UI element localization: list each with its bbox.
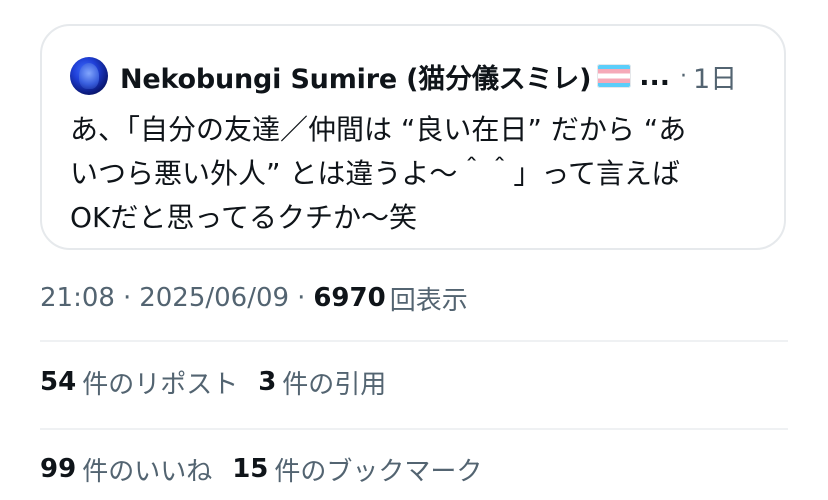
quotes-count: 3 (258, 367, 277, 397)
views-count: 6970 (313, 283, 386, 313)
post-time[interactable]: 21:08 (40, 283, 115, 313)
post-date[interactable]: 2025/06/09 (139, 283, 289, 313)
quotes-label: 件の引用 (282, 369, 387, 400)
likes-count: 99 (40, 454, 77, 484)
post-meta: 21:08 · 2025/06/09 · 6970 回表示 (40, 280, 468, 316)
separator-dot: · (680, 63, 687, 89)
quoted-post-card[interactable]: Nekobungi Sumire (猫分儀スミレ) ... · 1日 あ、「自分… (40, 24, 786, 250)
divider (40, 428, 788, 430)
engagement-stats-row: 99 件のいいね 15 件のブックマーク (40, 449, 502, 489)
avatar[interactable] (70, 57, 108, 95)
quoted-text-line: あ、「自分の友達／仲間は “良い在日” だから “あ (70, 113, 687, 146)
reposts-count: 54 (40, 367, 77, 397)
reposts-stat[interactable]: 54 件のリポスト (40, 364, 238, 401)
separator-dot: · (122, 283, 132, 313)
quoted-text-line: OKだと思ってるクチか〜笑 (70, 201, 418, 234)
views-label: 回表示 (389, 285, 468, 316)
engagement-stats-row: 54 件のリポスト 3 件の引用 (40, 362, 406, 402)
transgender-flag-icon (597, 64, 632, 88)
quotes-stat[interactable]: 3 件の引用 (258, 364, 386, 401)
bookmarks-label: 件のブックマーク (274, 456, 483, 487)
quoted-post-header: Nekobungi Sumire (猫分儀スミレ) ... · 1日 (70, 56, 737, 96)
quoted-text-line: いつら悪い外人” とは違うよ〜＾＾」って言えば (70, 157, 681, 190)
divider (40, 340, 788, 342)
likes-label: 件のいいね (82, 456, 213, 487)
tweet-detail: Nekobungi Sumire (猫分儀スミレ) ... · 1日 あ、「自分… (0, 0, 828, 500)
author-name[interactable]: Nekobungi Sumire (猫分儀スミレ) (120, 57, 591, 96)
bookmarks-stat[interactable]: 15 件のブックマーク (232, 451, 482, 488)
likes-stat[interactable]: 99 件のいいね (40, 451, 212, 488)
reposts-label: 件のリポスト (82, 369, 239, 400)
avatar-figure (79, 63, 99, 89)
name-truncation: ... (639, 60, 670, 92)
post-time-ago[interactable]: 1日 (693, 57, 737, 96)
bookmarks-count: 15 (232, 454, 269, 484)
quoted-post-text: あ、「自分の友達／仲間は “良い在日” だから “あ いつら悪い外人” とは違う… (70, 108, 760, 240)
separator-dot: · (297, 283, 306, 313)
